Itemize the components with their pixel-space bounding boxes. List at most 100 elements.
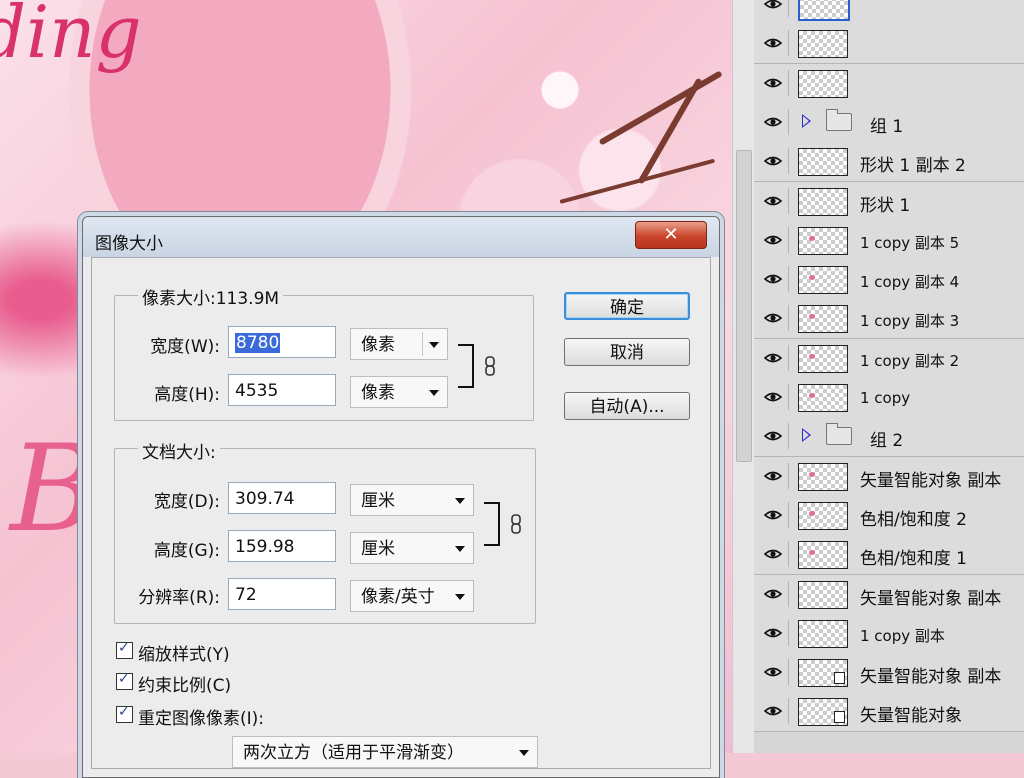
visibility-toggle[interactable] xyxy=(758,619,789,646)
pixel-height-input[interactable]: 4535 xyxy=(228,374,336,406)
eye-icon xyxy=(764,707,782,716)
auto-button[interactable]: 自动(A)... xyxy=(564,392,690,420)
link-bracket xyxy=(484,502,500,546)
checkbox-checked-icon xyxy=(116,640,133,659)
doc-width-input[interactable]: 309.74 xyxy=(228,482,336,514)
visibility-toggle[interactable] xyxy=(758,541,789,568)
expand-triangle-icon[interactable] xyxy=(802,428,811,443)
visibility-toggle[interactable] xyxy=(758,30,789,57)
doc-width-unit-select[interactable]: 厘米 xyxy=(350,484,474,516)
layer-thumbnail xyxy=(798,462,848,491)
visibility-toggle[interactable] xyxy=(758,659,789,686)
scale-styles-label: 缩放样式(Y) xyxy=(138,645,230,665)
layers-panel: 组 1 形状 1 副本 2 形状 1 1 copy 副本 5 1 copy 副本 4 1 … xyxy=(754,0,1024,753)
layer-row[interactable]: 1 copy 副本 xyxy=(754,613,1024,654)
pixel-width-unit-select[interactable]: 像素 xyxy=(350,328,448,360)
doc-height-label: 高度(G): xyxy=(153,541,220,561)
layer-name: 形状 1 xyxy=(860,195,911,216)
layer-row[interactable] xyxy=(754,24,1024,65)
visibility-toggle[interactable] xyxy=(758,226,789,253)
resolution-unit-select[interactable]: 像素/英寸 xyxy=(350,580,474,612)
eye-icon xyxy=(764,549,782,559)
eye-icon xyxy=(764,628,782,638)
layer-row[interactable]: 矢量智能对象 副本 xyxy=(754,653,1024,694)
doc-height-unit-select[interactable]: 厘米 xyxy=(350,532,474,564)
eye-icon xyxy=(764,274,782,284)
pixel-width-input[interactable]: 8780 xyxy=(228,326,336,358)
layer-row[interactable] xyxy=(754,63,1024,104)
layer-row[interactable]: 1 copy xyxy=(754,378,1024,418)
layer-thumbnail xyxy=(798,69,848,98)
visibility-toggle[interactable] xyxy=(758,580,789,607)
layer-group-row[interactable]: 组 2 xyxy=(754,417,1024,458)
visibility-toggle[interactable] xyxy=(758,344,789,371)
layer-row[interactable]: 1 copy 副本 3 xyxy=(754,299,1024,340)
layer-thumbnail xyxy=(798,266,848,295)
visibility-toggle[interactable] xyxy=(758,69,789,96)
visibility-toggle[interactable] xyxy=(758,698,789,725)
layer-name: 组 1 xyxy=(870,116,904,137)
layer-row[interactable] xyxy=(754,0,1024,25)
ok-button[interactable]: 确定 xyxy=(564,292,690,320)
doc-height-unit: 厘米 xyxy=(361,539,395,559)
layer-row[interactable]: 形状 1 副本 2 xyxy=(754,142,1024,183)
pixel-width-unit: 像素 xyxy=(361,335,395,355)
eye-icon xyxy=(764,353,782,362)
resolution-input[interactable]: 72 xyxy=(228,578,336,610)
layer-name: 矢量智能对象 副本 xyxy=(860,470,1002,491)
layer-row[interactable]: 1 copy 副本 4 xyxy=(754,260,1024,301)
visibility-toggle[interactable] xyxy=(758,501,789,528)
close-button[interactable]: ✕ xyxy=(635,221,707,249)
visibility-toggle[interactable] xyxy=(758,305,789,332)
eye-icon xyxy=(764,392,782,402)
select-divider xyxy=(422,332,423,356)
visibility-toggle[interactable] xyxy=(758,266,789,293)
tree-branch xyxy=(598,70,723,146)
layer-group-row[interactable]: 组 1 xyxy=(754,102,1024,143)
layer-name: 矢量智能对象 副本 xyxy=(860,588,1002,609)
pixel-height-unit-select[interactable]: 像素 xyxy=(350,376,448,408)
canvas-script-text: ding xyxy=(0,0,142,74)
resample-method-select[interactable]: 两次立方（适用于平滑渐变） xyxy=(232,736,538,768)
layer-thumbnail xyxy=(798,0,850,21)
expand-triangle-icon[interactable] xyxy=(802,113,811,128)
cancel-button[interactable]: 取消 xyxy=(564,338,690,366)
canvas-scrollbar[interactable] xyxy=(732,0,755,753)
layer-name: 色相/饱和度 1 xyxy=(860,549,967,570)
visibility-toggle[interactable] xyxy=(758,148,789,175)
chevron-down-icon xyxy=(429,342,439,348)
layer-row[interactable]: 矢量智能对象 xyxy=(754,692,1024,733)
layer-thumbnail xyxy=(798,619,848,648)
layer-row[interactable]: 色相/饱和度 1 xyxy=(754,535,1024,576)
pixel-height-unit: 像素 xyxy=(361,383,395,403)
layer-thumbnail xyxy=(798,384,848,412)
visibility-toggle[interactable] xyxy=(758,108,789,135)
layer-name: 矢量智能对象 副本 xyxy=(860,667,1002,688)
scrollbar-thumb[interactable] xyxy=(736,150,752,462)
visibility-toggle[interactable] xyxy=(758,0,789,17)
layer-thumbnail xyxy=(798,305,848,334)
chain-link-icon xyxy=(511,514,521,534)
visibility-toggle[interactable] xyxy=(758,187,789,214)
visibility-toggle[interactable] xyxy=(758,384,789,410)
layer-name: 1 copy 副本 2 xyxy=(860,351,960,370)
visibility-toggle[interactable] xyxy=(758,423,789,450)
eye-icon xyxy=(764,589,782,598)
layer-name: 色相/饱和度 2 xyxy=(860,509,967,530)
layer-name: 1 copy 副本 4 xyxy=(860,273,960,292)
dialog-titlebar[interactable]: 图像大小 ✕ xyxy=(83,217,719,257)
layer-row[interactable]: 形状 1 xyxy=(754,181,1024,222)
doc-height-input[interactable]: 159.98 xyxy=(228,530,336,562)
layer-thumbnail xyxy=(798,187,848,216)
eye-icon xyxy=(764,39,782,48)
layer-row[interactable]: 矢量智能对象 副本 xyxy=(754,574,1024,615)
pixel-dimensions-legend: 像素大小:113.9M xyxy=(138,284,284,309)
layer-row[interactable]: 矢量智能对象 副本 xyxy=(754,456,1024,497)
layer-row[interactable]: 1 copy 副本 2 xyxy=(754,338,1024,379)
layer-thumbnail xyxy=(798,698,848,727)
visibility-toggle[interactable] xyxy=(758,462,789,489)
chain-link-icon xyxy=(485,356,495,376)
eye-icon xyxy=(764,667,782,677)
layer-row[interactable]: 色相/饱和度 2 xyxy=(754,495,1024,536)
layer-row[interactable]: 1 copy 副本 5 xyxy=(754,220,1024,261)
